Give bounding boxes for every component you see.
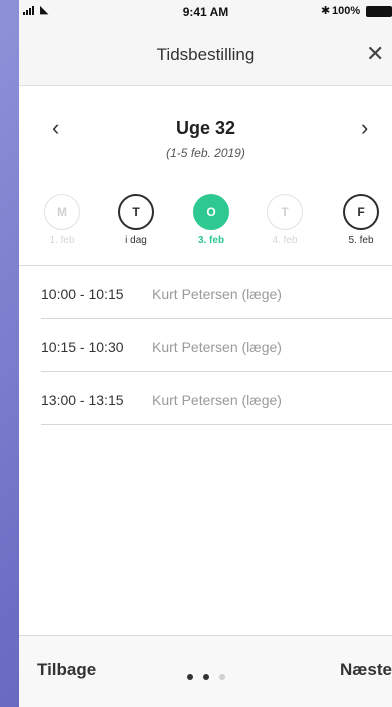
status-bar: ◣ 9:41 AM ✱ 100%: [19, 0, 392, 22]
day-label: 1. feb: [49, 235, 75, 246]
time-slot-row[interactable]: 10:15 - 10:30 Kurt Petersen (læge): [41, 319, 392, 372]
day-circle: F: [343, 194, 379, 230]
time-slot-row[interactable]: 13:00 - 13:15 Kurt Petersen (læge): [41, 372, 392, 425]
day-wednesday[interactable]: O 3. feb: [181, 194, 241, 246]
next-week-chevron-icon[interactable]: ›: [361, 116, 368, 140]
page-dot: [218, 673, 225, 680]
bluetooth-icon: ✱: [321, 5, 331, 17]
day-label: 5. feb: [348, 235, 374, 246]
day-circle: T: [267, 194, 303, 230]
time-slot-row[interactable]: 10:00 - 10:15 Kurt Petersen (læge): [41, 266, 392, 319]
top-bar: ◣ 9:41 AM ✱ 100% Tidsbestilling ✕: [19, 0, 392, 86]
battery-percent: 100%: [332, 5, 361, 17]
day-monday: M 1. feb: [32, 194, 92, 246]
page-dot: [202, 673, 209, 680]
footer-bar: Tilbage Næste: [19, 635, 392, 707]
battery-icon: [366, 6, 392, 17]
close-icon[interactable]: ✕: [366, 43, 384, 65]
day-circle: T: [118, 194, 154, 230]
next-button[interactable]: Næste: [340, 660, 392, 680]
slot-doctor: Kurt Petersen (læge): [152, 392, 282, 408]
week-date-range: (1-5 feb. 2019): [166, 146, 245, 160]
day-circle: M: [44, 194, 80, 230]
day-circle: O: [193, 194, 229, 230]
slot-time: 10:00 - 10:15: [41, 286, 124, 302]
slot-time: 13:00 - 13:15: [41, 392, 124, 408]
day-tuesday[interactable]: T i dag: [106, 194, 166, 246]
slot-time: 10:15 - 10:30: [41, 339, 124, 355]
phone-screen: ◣ 9:41 AM ✱ 100% Tidsbestilling ✕ ‹ Uge …: [19, 0, 392, 707]
page-dot: [186, 673, 193, 680]
day-friday[interactable]: F 5. feb: [331, 194, 391, 246]
day-thursday: T 4. feb: [255, 194, 315, 246]
day-label: i dag: [125, 235, 147, 246]
page-title: Tidsbestilling: [156, 45, 255, 64]
slot-doctor: Kurt Petersen (læge): [152, 286, 282, 302]
week-title: Uge 32: [175, 118, 236, 138]
slot-doctor: Kurt Petersen (læge): [152, 339, 282, 355]
day-label: 4. feb: [272, 235, 298, 246]
day-label: 3. feb: [197, 235, 225, 246]
page-indicator: [19, 668, 392, 686]
